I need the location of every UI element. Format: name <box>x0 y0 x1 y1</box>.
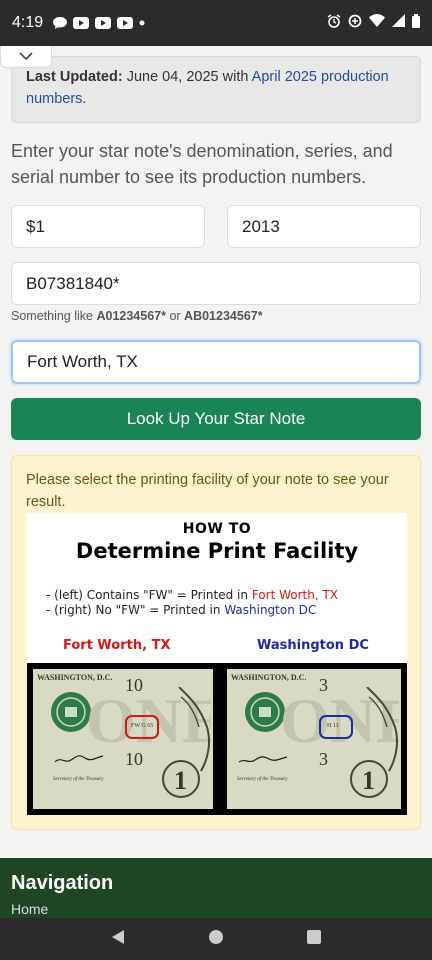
alert-message: Please select the printing facility of y… <box>26 472 389 510</box>
intro-text: Enter your star note's denomination, ser… <box>11 141 393 187</box>
youtube-icon <box>73 17 90 29</box>
status-bar: 4:19 <box>0 0 432 46</box>
bill-fort-worth-image: WASHINGTON, D.C. 10 ONE 1 FW G 65 10 Sec… <box>33 669 213 809</box>
clock: 4:19 <box>12 14 44 31</box>
infographic-how-to: HOW TO <box>182 521 252 537</box>
collapse-toggle[interactable] <box>0 46 52 68</box>
battery-icon <box>412 13 420 33</box>
navigation-heading: Navigation <box>11 872 114 894</box>
back-icon[interactable] <box>111 929 125 950</box>
signal-icon <box>392 14 405 32</box>
youtube-icon <box>117 17 134 29</box>
seal-icon: ONE 1 <box>51 687 211 798</box>
system-nav-bar <box>0 918 432 960</box>
last-updated-text: June 04, 2025 with <box>122 69 252 85</box>
label-fort-worth: Fort Worth, TX <box>63 638 171 653</box>
infographic-line-right: - (right) No "FW" = Printed in Washingto… <box>46 603 317 617</box>
recents-icon[interactable] <box>306 929 321 949</box>
last-updated-notice: Last Updated: June 04, 2025 with April 2… <box>11 56 421 123</box>
svg-text:1: 1 <box>174 766 187 795</box>
print-facility-infographic: HOW TO Determine Print Facility - (left)… <box>27 513 407 815</box>
serial-hint: Something like A01234567* or AB01234567* <box>11 309 263 323</box>
infographic-title: Determine Print Facility <box>75 539 359 563</box>
home-icon[interactable] <box>208 929 224 950</box>
seal-icon: ONE 1 <box>238 687 399 798</box>
label-washington: Washington DC <box>257 638 369 653</box>
series-select[interactable]: 2013 <box>227 205 421 248</box>
dot-icon <box>139 20 145 26</box>
serial-number-input[interactable]: B07381840* <box>11 262 421 305</box>
infographic-line-left: - (left) Contains "FW" = Printed in Fort… <box>46 588 339 602</box>
data-saver-icon <box>348 14 362 33</box>
page-content: Last Updated: June 04, 2025 with April 2… <box>0 46 432 918</box>
bill-washington-image: WASHINGTON, D.C. 3 ONE 1 H 11 3 Secretar… <box>227 669 401 809</box>
chevron-down-icon <box>19 48 33 66</box>
lookup-button[interactable]: Look Up Your Star Note <box>11 398 421 440</box>
print-facility-select[interactable]: Fort Worth, TX <box>11 340 421 384</box>
youtube-icon <box>95 17 112 29</box>
nav-link-home[interactable]: Home <box>11 901 421 917</box>
facility-alert: Please select the printing facility of y… <box>11 455 421 830</box>
svg-text:1: 1 <box>362 766 375 795</box>
bill-comparison: WASHINGTON, D.C. 10 ONE 1 FW G 65 10 Sec… <box>27 663 407 815</box>
denomination-select[interactable]: $1 <box>11 205 205 248</box>
chat-bubble-icon <box>53 17 68 29</box>
navigation-footer: Navigation Home <box>0 858 432 918</box>
alarm-icon <box>327 13 341 33</box>
last-updated-label: Last Updated: <box>26 69 123 85</box>
wifi-icon <box>369 14 385 32</box>
